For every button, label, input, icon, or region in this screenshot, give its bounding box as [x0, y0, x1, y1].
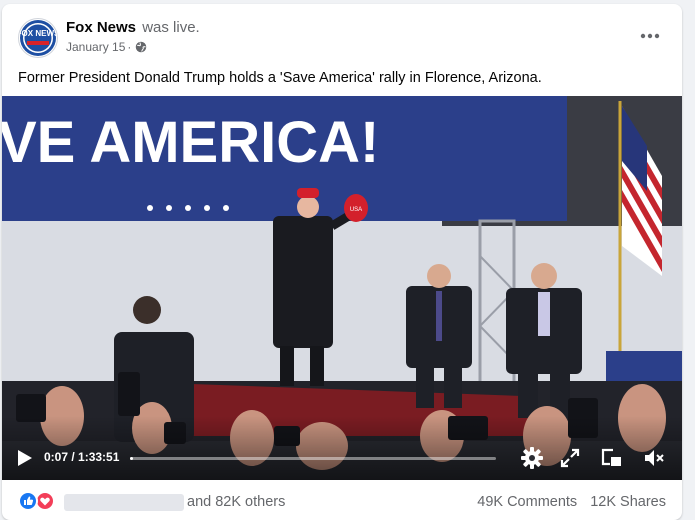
post-author-line: Fox News was live. — [66, 19, 200, 36]
video-controls: 0:07 / 1:33:51 — [2, 436, 682, 480]
video-player[interactable]: VE AMERICA! USA 0:07 / 1:33:51 — [2, 96, 682, 480]
reaction-count[interactable]: and 82K others — [187, 494, 285, 510]
video-progress-bar[interactable] — [130, 457, 496, 460]
post-date-link[interactable]: January 15 — [66, 40, 125, 54]
volume-muted-icon[interactable] — [642, 446, 666, 470]
banner-text: VE AMERICA! — [2, 110, 379, 175]
reactor-names-redacted — [64, 494, 184, 511]
meta-separator: · — [127, 40, 132, 54]
engagement-bar: and 82K others 49K Comments 12K Shares — [2, 482, 682, 520]
cap-text: USA — [350, 207, 362, 213]
engagement-counts: 49K Comments 12K Shares — [468, 494, 666, 510]
page-name-link[interactable]: Fox News — [66, 19, 136, 36]
picture-in-picture-icon[interactable] — [599, 446, 623, 470]
fox-news-logo: FOX NEWS — [19, 20, 57, 56]
fullscreen-icon[interactable] — [558, 446, 582, 470]
play-icon[interactable] — [14, 448, 34, 468]
globe-icon[interactable] — [135, 41, 147, 53]
post-message: Former President Donald Trump holds a 'S… — [18, 70, 542, 86]
post-meta: January 15 · — [66, 40, 147, 54]
settings-icon[interactable] — [520, 446, 544, 470]
video-progress-fill — [130, 457, 133, 460]
avatar-logo-text: FOX NEWS — [19, 29, 57, 38]
comments-count[interactable]: 49K Comments — [477, 494, 577, 510]
video-time: 0:07 / 1:33:51 — [44, 450, 120, 464]
shares-count[interactable]: 12K Shares — [590, 494, 666, 510]
more-horizontal-icon — [640, 33, 660, 39]
more-options-button[interactable] — [636, 24, 664, 48]
page-avatar[interactable]: FOX NEWS — [18, 18, 58, 58]
post-card: FOX NEWS Fox News was live. January 15 ·… — [2, 4, 682, 520]
post-header: FOX NEWS Fox News was live. January 15 · — [2, 4, 682, 64]
reaction-icons[interactable] — [18, 491, 58, 511]
live-status: was live. — [142, 19, 200, 36]
video-frame: VE AMERICA! USA — [2, 96, 682, 480]
